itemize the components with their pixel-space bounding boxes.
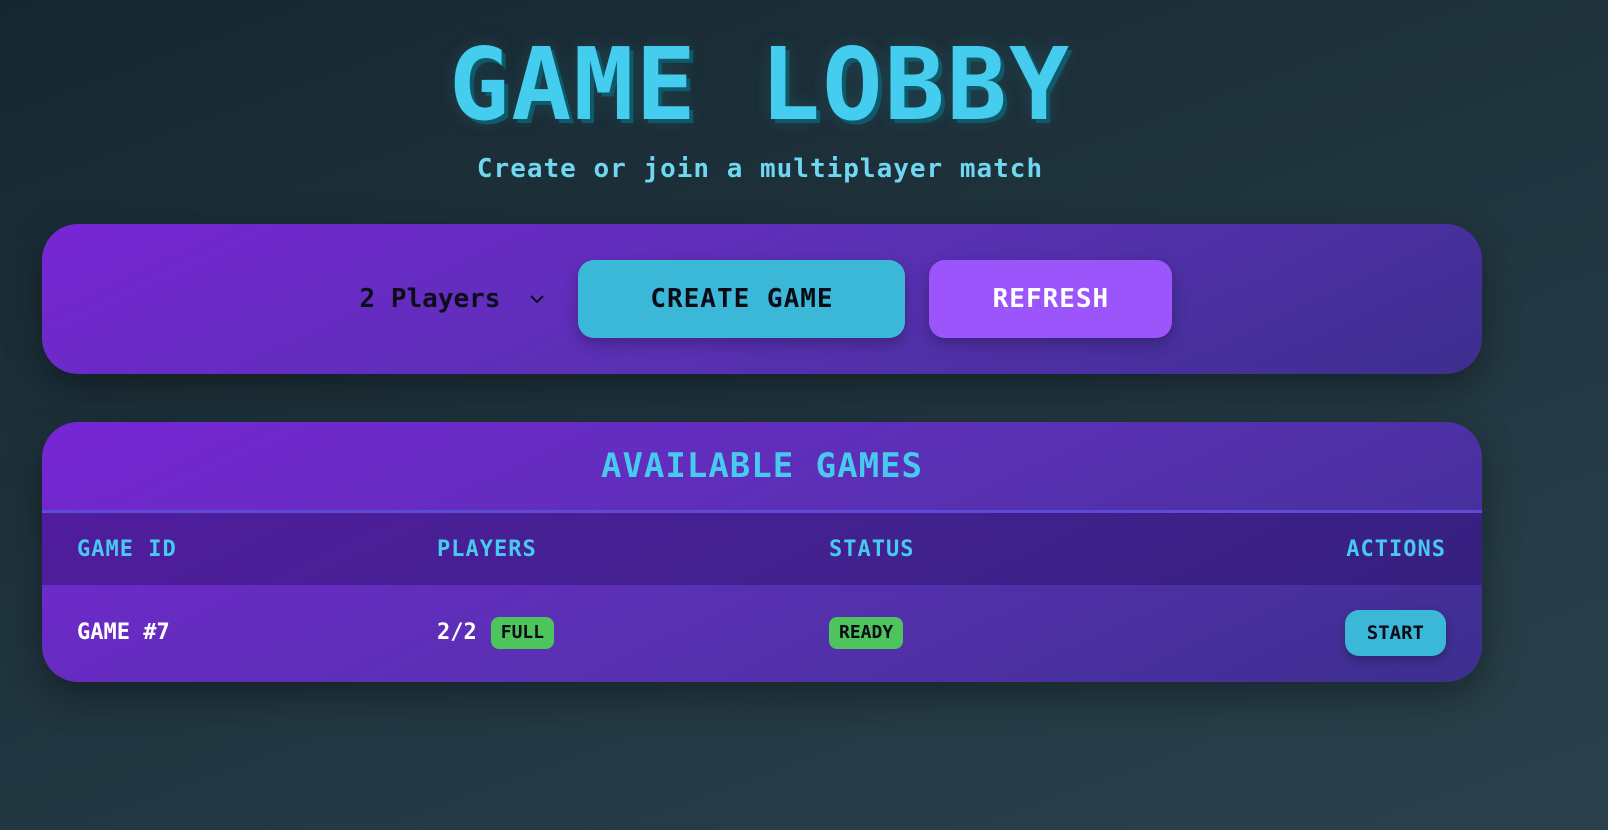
column-header-game-id: GAME ID: [77, 536, 177, 562]
page-header: GAME LOBBY Create or join a multiplayer …: [40, 26, 1480, 185]
page-title: GAME LOBBY: [448, 26, 1072, 143]
column-header-actions: ACTIONS: [1346, 536, 1446, 562]
players-cell: 2/2 FULL: [437, 616, 829, 649]
chevron-down-icon: [528, 290, 546, 308]
available-games-title: AVAILABLE GAMES: [42, 422, 1482, 513]
player-count-select[interactable]: 2 Players: [352, 260, 555, 338]
player-count-value: 2 Players: [359, 284, 501, 314]
full-badge: FULL: [490, 616, 555, 649]
start-button[interactable]: START: [1344, 609, 1446, 656]
game-id-cell: GAME #7: [77, 620, 170, 645]
page-subtitle: Create or join a multiplayer match: [476, 154, 1044, 184]
available-games-panel: AVAILABLE GAMES GAME ID PLAYERS STATUS A…: [42, 422, 1482, 682]
table-row: GAME #7 2/2 FULL READY START: [42, 585, 1482, 680]
control-panel: 2 Players CREATE GAME REFRESH: [42, 224, 1482, 374]
column-header-players: PLAYERS: [437, 536, 537, 562]
controls-row: 2 Players CREATE GAME REFRESH: [42, 260, 1482, 338]
refresh-button[interactable]: REFRESH: [929, 260, 1173, 338]
table-header: GAME ID PLAYERS STATUS ACTIONS: [42, 513, 1482, 585]
status-cell: READY: [829, 616, 1309, 649]
status-badge: READY: [829, 616, 904, 649]
actions-cell: START: [1309, 609, 1482, 656]
players-count: 2/2: [437, 620, 477, 645]
create-game-button[interactable]: CREATE GAME: [578, 260, 906, 338]
column-header-status: STATUS: [829, 536, 915, 562]
